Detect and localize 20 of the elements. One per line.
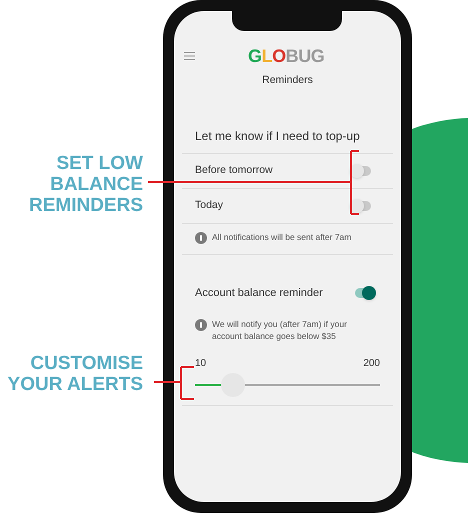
page-title: Reminders [261,73,314,88]
callout-text: SET LOW BALANCE REMINDERS [28,153,143,216]
reminder-label: Account balance reminder [195,286,323,300]
slider-min: 10 [195,356,206,371]
toggle-switch[interactable] [353,200,371,211]
slider-max: 200 [363,356,380,371]
slider-thumb[interactable] [220,372,245,397]
info-text: We will notify you (after 7am) if your account balance goes below $35 [212,318,348,342]
callout-text: CUSTOMISE YOUR ALERTS [8,353,143,395]
info-icon [195,318,207,331]
reminder-label: Before tomorrow [195,162,273,178]
menu-icon[interactable] [184,52,195,60]
callout-bracket [154,366,194,400]
toggle-switch[interactable] [355,288,373,298]
toggle-switch[interactable] [353,166,371,176]
reminder-label: Today [195,198,224,213]
info-text: All notifications will be sent after 7am [212,230,352,243]
section-heading: Let me know if I need to top-up [194,128,361,145]
info-icon [195,232,207,244]
logo: GLOBUG [248,47,324,65]
